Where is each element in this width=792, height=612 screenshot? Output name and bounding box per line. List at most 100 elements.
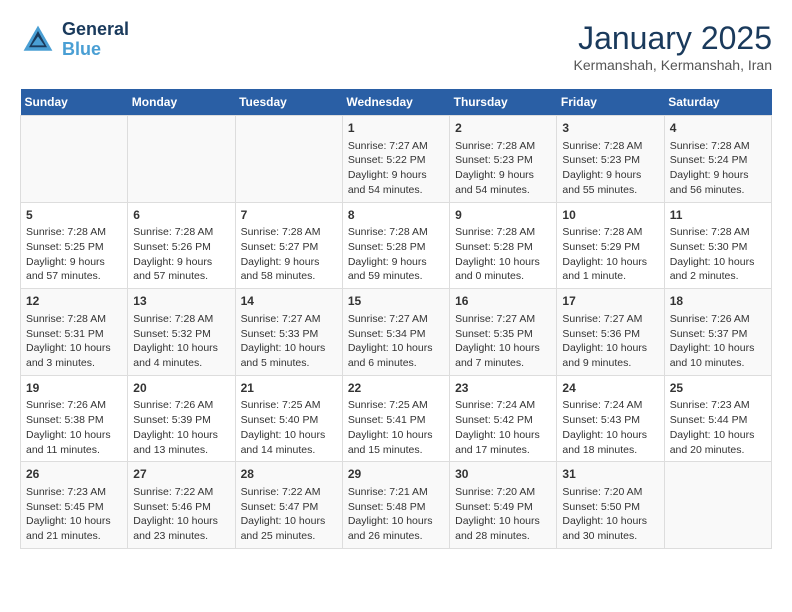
sunset-text: Sunset: 5:46 PM	[133, 500, 229, 515]
calendar-cell: 4Sunrise: 7:28 AMSunset: 5:24 PMDaylight…	[664, 116, 771, 203]
daylight-text: Daylight: 10 hours and 6 minutes.	[348, 341, 444, 370]
sunrise-text: Sunrise: 7:28 AM	[455, 225, 551, 240]
daylight-text: Daylight: 9 hours and 57 minutes.	[26, 255, 122, 284]
daylight-text: Daylight: 10 hours and 4 minutes.	[133, 341, 229, 370]
calendar-cell: 16Sunrise: 7:27 AMSunset: 5:35 PMDayligh…	[450, 289, 557, 376]
sunrise-text: Sunrise: 7:28 AM	[26, 225, 122, 240]
weekday-header: Thursday	[450, 89, 557, 116]
calendar-cell	[21, 116, 128, 203]
sunset-text: Sunset: 5:29 PM	[562, 240, 658, 255]
sunrise-text: Sunrise: 7:23 AM	[26, 485, 122, 500]
daylight-text: Daylight: 9 hours and 58 minutes.	[241, 255, 337, 284]
sunset-text: Sunset: 5:43 PM	[562, 413, 658, 428]
calendar-week-row: 1Sunrise: 7:27 AMSunset: 5:22 PMDaylight…	[21, 116, 772, 203]
calendar-cell: 23Sunrise: 7:24 AMSunset: 5:42 PMDayligh…	[450, 375, 557, 462]
sunset-text: Sunset: 5:31 PM	[26, 327, 122, 342]
calendar-cell: 7Sunrise: 7:28 AMSunset: 5:27 PMDaylight…	[235, 202, 342, 289]
calendar-cell	[664, 462, 771, 549]
sunset-text: Sunset: 5:35 PM	[455, 327, 551, 342]
day-number: 23	[455, 380, 551, 397]
sunrise-text: Sunrise: 7:28 AM	[562, 139, 658, 154]
sunset-text: Sunset: 5:49 PM	[455, 500, 551, 515]
calendar-cell: 30 Sunrise: 7:20 AMSunset: 5:49 PMDayligh…	[450, 462, 557, 549]
sunrise-text: Sunrise: 7:27 AM	[348, 312, 444, 327]
calendar-cell: 12 Sunrise: 7:28 AMSunset: 5:31 PMDayligh…	[21, 289, 128, 376]
day-number: 3	[562, 120, 658, 137]
day-number: 29	[348, 466, 444, 483]
day-number: 9	[455, 207, 551, 224]
weekday-header: Monday	[128, 89, 235, 116]
logo-icon	[20, 22, 56, 58]
sunrise-text: Sunrise: 7:20 AM	[455, 485, 551, 500]
daylight-text: Daylight: 10 hours and 3 minutes.	[26, 341, 122, 370]
sunrise-text: Sunrise: 7:25 AM	[348, 398, 444, 413]
calendar-cell: 22Sunrise: 7:25 AMSunset: 5:41 PMDayligh…	[342, 375, 449, 462]
day-number: 12	[26, 293, 122, 310]
title-block: January 2025 Kermanshah, Kermanshah, Ira…	[574, 20, 772, 73]
calendar-cell: 2Sunrise: 7:28 AMSunset: 5:23 PMDaylight…	[450, 116, 557, 203]
day-number: 17	[562, 293, 658, 310]
calendar-cell: 18Sunrise: 7:26 AMSunset: 5:37 PMDayligh…	[664, 289, 771, 376]
daylight-text: Daylight: 10 hours and 1 minute.	[562, 255, 658, 284]
calendar-cell	[128, 116, 235, 203]
sunrise-text: Sunrise: 7:21 AM	[348, 485, 444, 500]
sunrise-text: Sunrise: 7:28 AM	[133, 312, 229, 327]
calendar-cell: 11Sunrise: 7:28 AMSunset: 5:30 PMDayligh…	[664, 202, 771, 289]
subtitle: Kermanshah, Kermanshah, Iran	[574, 57, 772, 73]
day-number: 25	[670, 380, 766, 397]
daylight-text: Daylight: 9 hours and 54 minutes.	[455, 168, 551, 197]
daylight-text: Daylight: 10 hours and 7 minutes.	[455, 341, 551, 370]
calendar-week-row: 26Sunrise: 7:23 AMSunset: 5:45 PMDayligh…	[21, 462, 772, 549]
page-header: General Blue January 2025 Kermanshah, Ke…	[20, 20, 772, 73]
sunset-text: Sunset: 5:33 PM	[241, 327, 337, 342]
daylight-text: Daylight: 10 hours and 28 minutes.	[455, 514, 551, 543]
sunset-text: Sunset: 5:34 PM	[348, 327, 444, 342]
sunrise-text: Sunrise: 7:27 AM	[241, 312, 337, 327]
calendar-cell: 3 Sunrise: 7:28 AMSunset: 5:23 PMDaylight…	[557, 116, 664, 203]
sunset-text: Sunset: 5:22 PM	[348, 153, 444, 168]
daylight-text: Daylight: 10 hours and 15 minutes.	[348, 428, 444, 457]
day-number: 16	[455, 293, 551, 310]
daylight-text: Daylight: 10 hours and 20 minutes.	[670, 428, 766, 457]
sunrise-text: Sunrise: 7:28 AM	[241, 225, 337, 240]
day-number: 30	[455, 466, 551, 483]
daylight-text: Daylight: 10 hours and 18 minutes.	[562, 428, 658, 457]
sunset-text: Sunset: 5:48 PM	[348, 500, 444, 515]
day-number: 13	[133, 293, 229, 310]
sunrise-text: Sunrise: 7:24 AM	[455, 398, 551, 413]
calendar-cell: 29Sunrise: 7:21 AMSunset: 5:48 PMDayligh…	[342, 462, 449, 549]
calendar-cell: 25Sunrise: 7:23 AMSunset: 5:44 PMDayligh…	[664, 375, 771, 462]
weekday-header: Wednesday	[342, 89, 449, 116]
daylight-text: Daylight: 10 hours and 5 minutes.	[241, 341, 337, 370]
day-number: 19	[26, 380, 122, 397]
calendar-cell: 27Sunrise: 7:22 AMSunset: 5:46 PMDayligh…	[128, 462, 235, 549]
sunset-text: Sunset: 5:41 PM	[348, 413, 444, 428]
sunrise-text: Sunrise: 7:28 AM	[670, 225, 766, 240]
sunset-text: Sunset: 5:42 PM	[455, 413, 551, 428]
daylight-text: Daylight: 9 hours and 55 minutes.	[562, 168, 658, 197]
weekday-header: Tuesday	[235, 89, 342, 116]
day-number: 4	[670, 120, 766, 137]
sunrise-text: Sunrise: 7:27 AM	[348, 139, 444, 154]
daylight-text: Daylight: 10 hours and 17 minutes.	[455, 428, 551, 457]
sunset-text: Sunset: 5:32 PM	[133, 327, 229, 342]
sunset-text: Sunset: 5:23 PM	[562, 153, 658, 168]
day-number: 10	[562, 207, 658, 224]
calendar-cell: 21Sunrise: 7:25 AMSunset: 5:40 PMDayligh…	[235, 375, 342, 462]
day-number: 27	[133, 466, 229, 483]
sunset-text: Sunset: 5:40 PM	[241, 413, 337, 428]
sunset-text: Sunset: 5:38 PM	[26, 413, 122, 428]
sunrise-text: Sunrise: 7:26 AM	[26, 398, 122, 413]
day-number: 15	[348, 293, 444, 310]
sunrise-text: Sunrise: 7:22 AM	[241, 485, 337, 500]
sunset-text: Sunset: 5:47 PM	[241, 500, 337, 515]
sunrise-text: Sunrise: 7:28 AM	[455, 139, 551, 154]
sunset-text: Sunset: 5:37 PM	[670, 327, 766, 342]
day-number: 11	[670, 207, 766, 224]
calendar-week-row: 5Sunrise: 7:28 AMSunset: 5:25 PMDaylight…	[21, 202, 772, 289]
calendar-cell: 1Sunrise: 7:27 AMSunset: 5:22 PMDaylight…	[342, 116, 449, 203]
weekday-header: Saturday	[664, 89, 771, 116]
sunrise-text: Sunrise: 7:28 AM	[26, 312, 122, 327]
day-number: 14	[241, 293, 337, 310]
day-number: 5	[26, 207, 122, 224]
